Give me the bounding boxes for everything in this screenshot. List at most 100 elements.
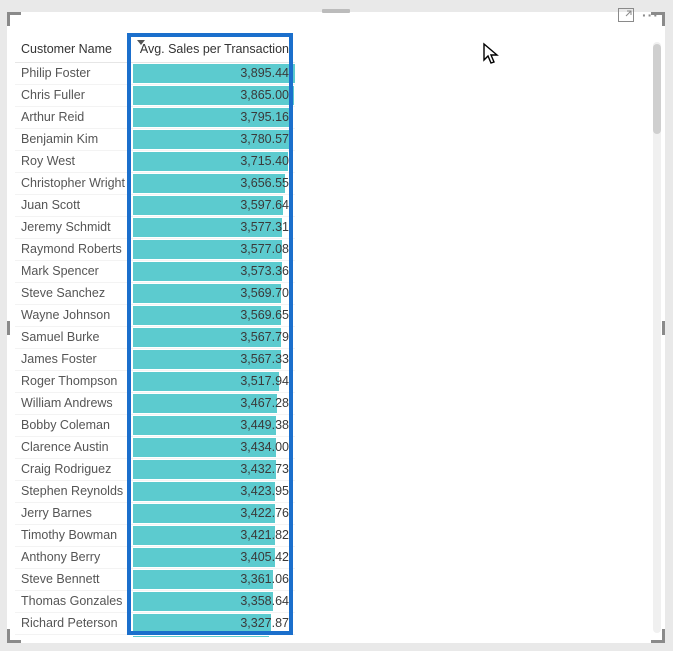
table-row[interactable]: Raymond Roberts3,577.08 — [15, 239, 295, 261]
customer-name-cell: Mark Spencer — [15, 261, 133, 283]
avg-sales-cell: 3,567.79 — [133, 327, 295, 349]
table-row[interactable]: Jerry Barnes 3,422.76 — [15, 503, 295, 525]
avg-sales-value: 3,422.76 — [240, 506, 289, 520]
customer-name-cell: James Foster — [15, 349, 133, 371]
visual-toolbar: ··· — [618, 8, 659, 24]
table-row[interactable]: Mark Spencer 3,573.36 — [15, 261, 295, 283]
customer-name-cell: William Andrews — [15, 393, 133, 415]
table-row[interactable]: Philip Foster3,895.44 — [15, 63, 295, 85]
avg-sales-cell: 3,597.64 — [133, 195, 295, 217]
table-row[interactable]: Martin Berry3,278.08 — [15, 635, 295, 638]
table-row[interactable]: Christopher Wright3,656.55 — [15, 173, 295, 195]
table-row[interactable]: Steve Bennett 3,361.06 — [15, 569, 295, 591]
more-options-icon[interactable]: ··· — [642, 8, 659, 24]
customer-name-cell: Samuel Burke — [15, 327, 133, 349]
table-row[interactable]: Benjamin Kim 3,780.57 — [15, 129, 295, 151]
col-header-avg-sales[interactable]: Avg. Sales per Transaction — [133, 38, 295, 63]
customer-name-cell: Craig Rodriguez — [15, 459, 133, 481]
table-row[interactable]: Jeremy Schmidt3,577.31 — [15, 217, 295, 239]
table-row[interactable]: Roger Thompson 3,517.94 — [15, 371, 295, 393]
table-row[interactable]: Clarence Austin3,434.00 — [15, 437, 295, 459]
customer-name-cell: Roger Thompson — [15, 371, 133, 393]
table-row[interactable]: Timothy Bowman3,421.82 — [15, 525, 295, 547]
resize-handle-tl[interactable] — [7, 12, 21, 26]
table-row[interactable]: Richard Peterson3,327.87 — [15, 613, 295, 635]
customer-name-cell: Juan Scott — [15, 195, 133, 217]
customer-name-cell: Roy West — [15, 151, 133, 173]
avg-sales-value: 3,361.06 — [240, 572, 289, 586]
sort-desc-icon — [137, 40, 145, 45]
table-row[interactable]: Craig Rodriguez 3,432.73 — [15, 459, 295, 481]
customer-name-cell: Steve Bennett — [15, 569, 133, 591]
avg-sales-cell: 3,432.73 — [133, 459, 295, 481]
avg-sales-value: 3,567.79 — [240, 330, 289, 344]
avg-sales-value: 3,449.38 — [240, 418, 289, 432]
table-wrap: Customer Name Avg. Sales per Transaction… — [15, 38, 657, 637]
avg-sales-value: 3,715.40 — [240, 154, 289, 168]
customer-name-cell: Clarence Austin — [15, 437, 133, 459]
customer-name-cell: Thomas Gonzales — [15, 591, 133, 613]
scrollbar-thumb[interactable] — [653, 44, 661, 134]
avg-sales-value: 3,567.33 — [240, 352, 289, 366]
avg-sales-cell: 3,569.65 — [133, 305, 295, 327]
data-bar — [133, 636, 269, 637]
table-row[interactable]: Arthur Reid3,795.16 — [15, 107, 295, 129]
table-row[interactable]: William Andrews 3,467.28 — [15, 393, 295, 415]
customer-name-cell: Stephen Reynolds — [15, 481, 133, 503]
table-row[interactable]: Bobby Coleman 3,449.38 — [15, 415, 295, 437]
avg-sales-value: 3,780.57 — [240, 132, 289, 146]
avg-sales-cell: 3,327.87 — [133, 613, 295, 635]
avg-sales-cell: 3,358.64 — [133, 591, 295, 613]
avg-sales-cell: 3,405.42 — [133, 547, 295, 569]
table-visual[interactable]: ··· Customer Name Avg. Sales per Transac… — [7, 12, 665, 643]
avg-sales-value: 3,358.64 — [240, 594, 289, 608]
data-table: Customer Name Avg. Sales per Transaction… — [15, 38, 295, 637]
vertical-scrollbar[interactable] — [653, 42, 661, 633]
mouse-cursor-icon — [482, 42, 502, 66]
table-row[interactable]: Wayne Johnson3,569.65 — [15, 305, 295, 327]
table-row[interactable]: Stephen Reynolds3,423.95 — [15, 481, 295, 503]
customer-name-cell: Jeremy Schmidt — [15, 217, 133, 239]
avg-sales-cell: 3,573.36 — [133, 261, 295, 283]
table-row[interactable]: Juan Scott 3,597.64 — [15, 195, 295, 217]
avg-sales-cell: 3,895.44 — [133, 63, 295, 85]
drag-grip-icon[interactable] — [322, 9, 350, 13]
table-row[interactable]: Roy West 3,715.40 — [15, 151, 295, 173]
avg-sales-value: 3,569.70 — [240, 286, 289, 300]
avg-sales-cell: 3,467.28 — [133, 393, 295, 415]
col-header-avg-sales-label: Avg. Sales per Transaction — [140, 42, 289, 56]
focus-mode-icon[interactable] — [618, 8, 634, 24]
avg-sales-value: 3,573.36 — [240, 264, 289, 278]
avg-sales-cell: 3,434.00 — [133, 437, 295, 459]
avg-sales-value: 3,865.00 — [240, 88, 289, 102]
customer-name-cell: Benjamin Kim — [15, 129, 133, 151]
col-header-customer[interactable]: Customer Name — [15, 38, 133, 63]
avg-sales-cell: 3,795.16 — [133, 107, 295, 129]
customer-name-cell: Timothy Bowman — [15, 525, 133, 547]
customer-name-cell: Bobby Coleman — [15, 415, 133, 437]
customer-name-cell: Chris Fuller — [15, 85, 133, 107]
avg-sales-value: 3,656.55 — [240, 176, 289, 190]
customer-name-cell: Wayne Johnson — [15, 305, 133, 327]
table-row[interactable]: Anthony Berry3,405.42 — [15, 547, 295, 569]
avg-sales-cell: 3,569.70 — [133, 283, 295, 305]
avg-sales-value: 3,597.64 — [240, 198, 289, 212]
avg-sales-value: 3,467.28 — [240, 396, 289, 410]
customer-name-cell: Philip Foster — [15, 63, 133, 85]
avg-sales-cell: 3,577.31 — [133, 217, 295, 239]
table-row[interactable]: Chris Fuller 3,865.00 — [15, 85, 295, 107]
avg-sales-cell: 3,567.33 — [133, 349, 295, 371]
table-row[interactable]: James Foster 3,567.33 — [15, 349, 295, 371]
table-row[interactable]: Steve Sanchez3,569.70 — [15, 283, 295, 305]
avg-sales-value: 3,432.73 — [240, 462, 289, 476]
avg-sales-value: 3,405.42 — [240, 550, 289, 564]
avg-sales-cell: 3,422.76 — [133, 503, 295, 525]
table-row[interactable]: Thomas Gonzales 3,358.64 — [15, 591, 295, 613]
avg-sales-value: 3,327.87 — [240, 616, 289, 630]
avg-sales-cell: 3,780.57 — [133, 129, 295, 151]
table-row[interactable]: Samuel Burke 3,567.79 — [15, 327, 295, 349]
avg-sales-cell: 3,423.95 — [133, 481, 295, 503]
avg-sales-value: 3,517.94 — [240, 374, 289, 388]
customer-name-cell: Jerry Barnes — [15, 503, 133, 525]
avg-sales-value: 3,795.16 — [240, 110, 289, 124]
